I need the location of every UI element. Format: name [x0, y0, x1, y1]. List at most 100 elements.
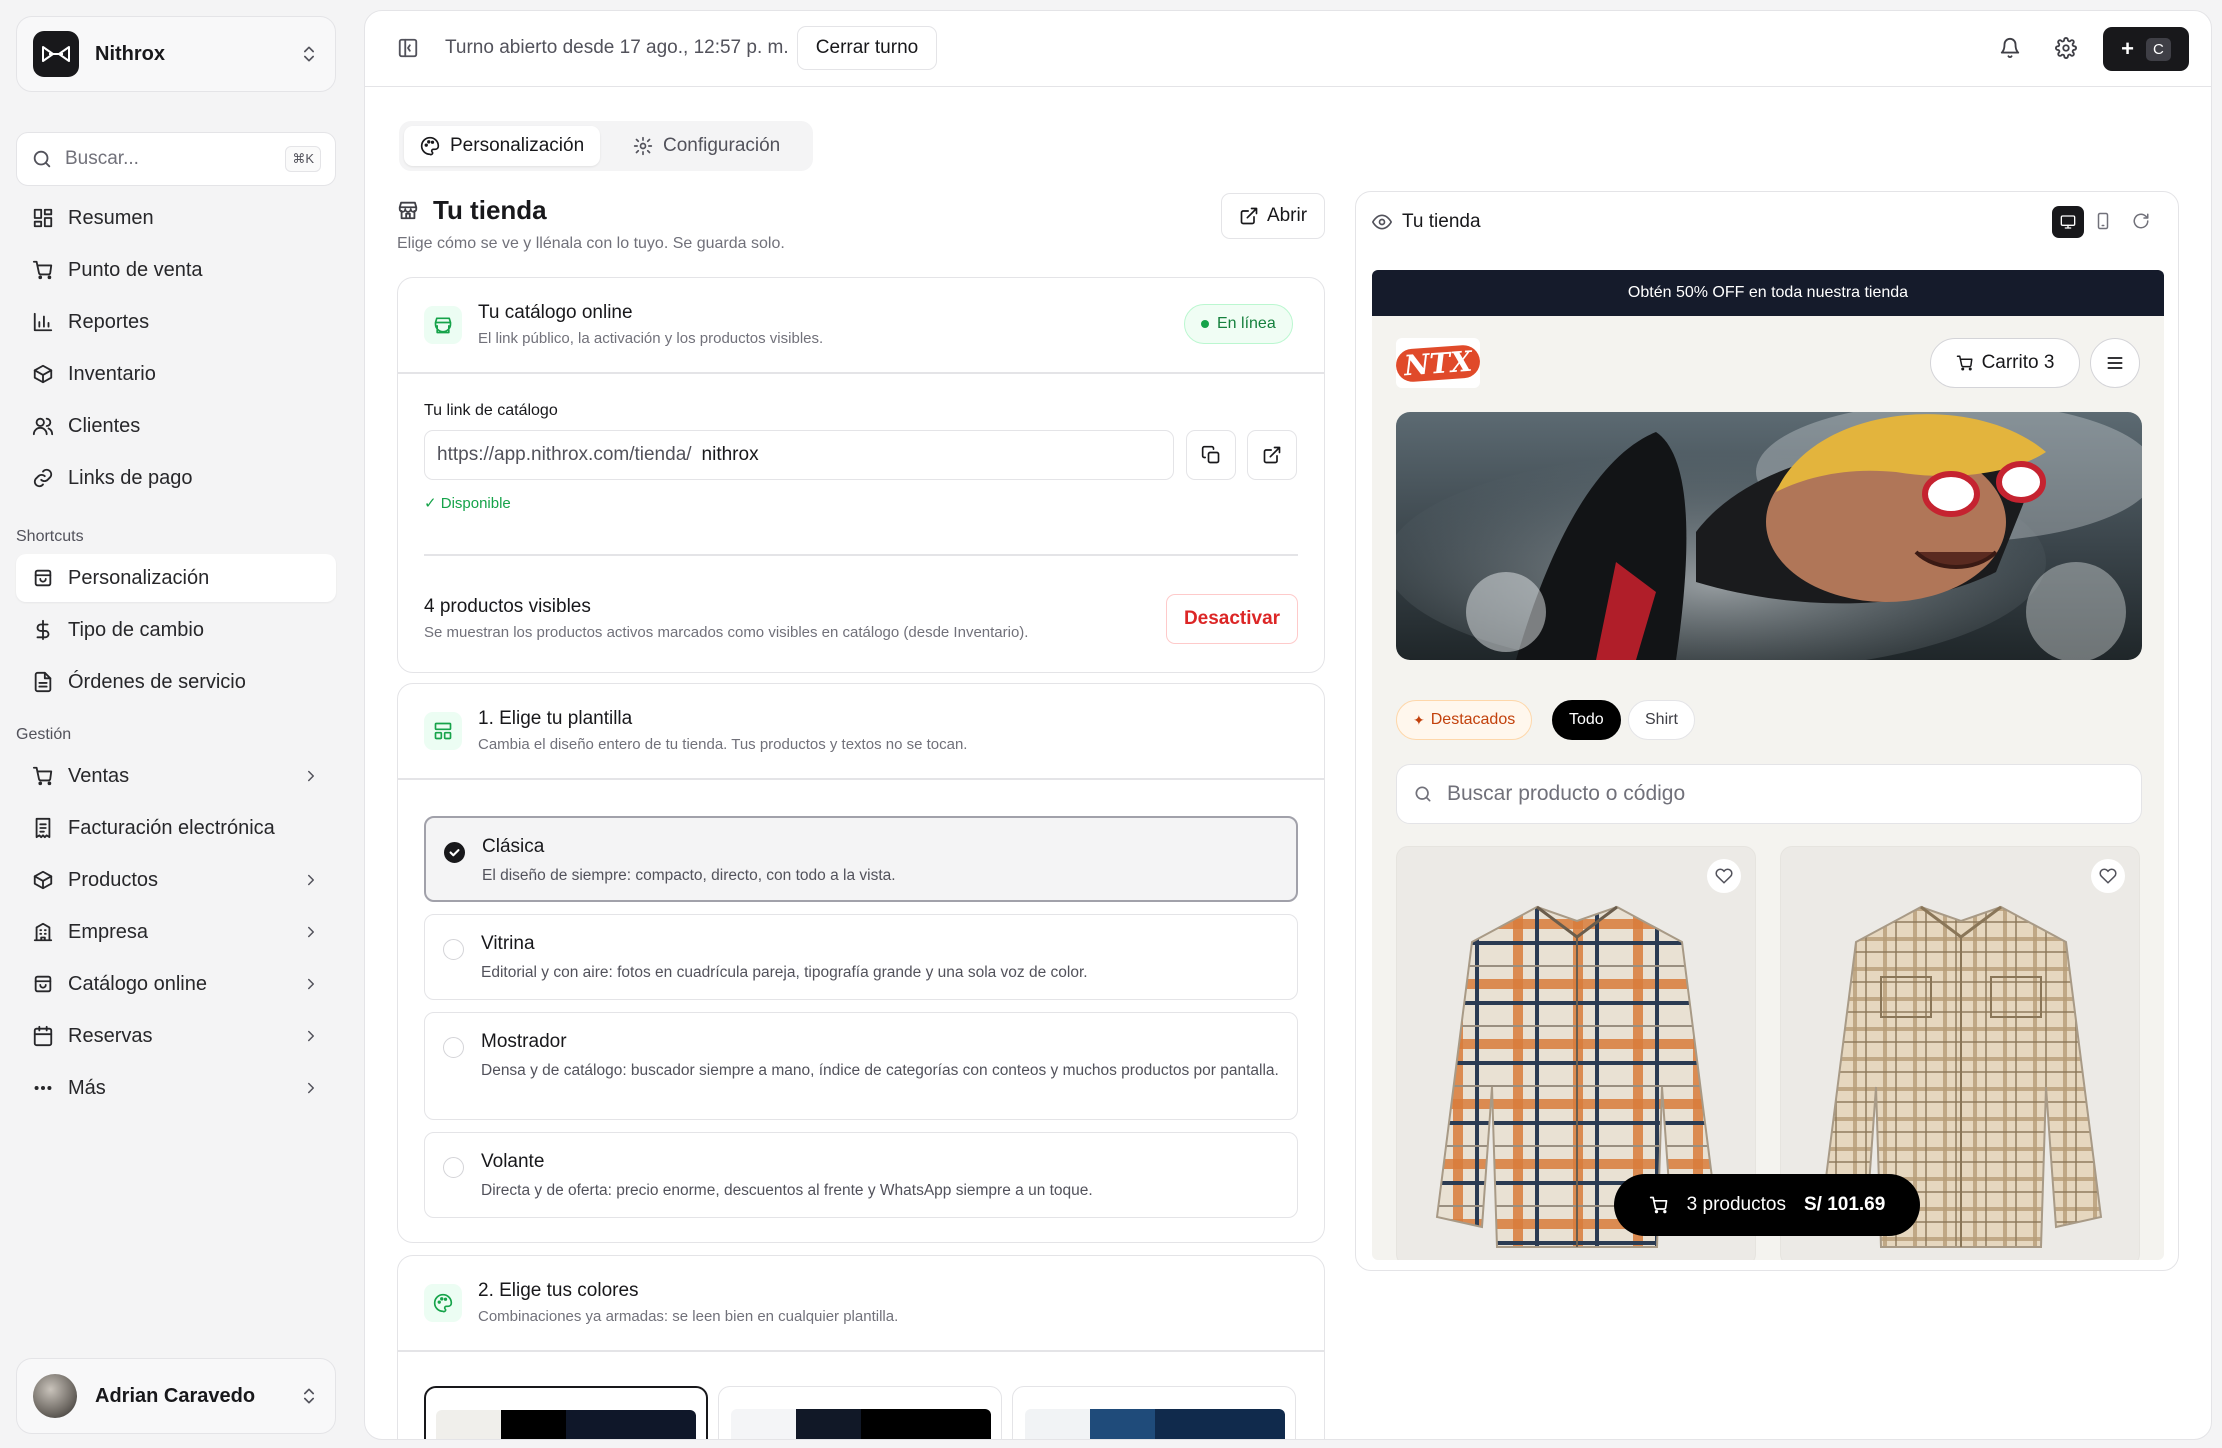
chip-destacados[interactable]: ✦ Destacados	[1396, 700, 1533, 740]
org-logo	[33, 31, 79, 77]
template-option-clasica[interactable]: Clásica El diseño de siempre: compacto, …	[424, 816, 1298, 902]
user-name: Adrian Caravedo	[95, 1384, 256, 1407]
plus-label: +	[2121, 36, 2134, 61]
sidebar-item-personalizacion[interactable]: Personalización	[16, 554, 336, 602]
open-store-button[interactable]: Abrir	[1221, 193, 1325, 239]
sidebar-item-reportes[interactable]: Reportes	[16, 298, 336, 346]
sidebar-item-mas[interactable]: Más	[16, 1064, 336, 1112]
sidebar-item-links-de-pago[interactable]: Links de pago	[16, 454, 336, 502]
chip-todo[interactable]: Todo	[1552, 700, 1621, 740]
palette-option[interactable]	[1012, 1386, 1296, 1439]
sidebar-item-clientes[interactable]: Clientes	[16, 402, 336, 450]
status-label: En línea	[1217, 315, 1276, 332]
sidebar-item-label: Empresa	[68, 920, 149, 943]
user-menu[interactable]: Adrian Caravedo	[16, 1358, 336, 1434]
sidebar-item-label: Reservas	[68, 1024, 153, 1047]
template-option-mostrador[interactable]: Mostrador Densa y de catálogo: buscador …	[424, 1012, 1298, 1120]
sidebar-item-punto-de-venta[interactable]: Punto de venta	[16, 246, 336, 294]
catalog-link-field[interactable]: https://app.nithrox.com/tienda/ nithrox	[424, 430, 1174, 480]
tab-configuracion[interactable]: Configuración	[617, 126, 796, 166]
floating-cart-bar[interactable]: 3 productos S/ 101.69	[1614, 1174, 1920, 1236]
palette-option[interactable]	[718, 1386, 1002, 1439]
tab-personalizacion[interactable]: Personalización	[404, 126, 601, 166]
colors-subtitle: Combinaciones ya armadas: se leen bien e…	[478, 1308, 899, 1325]
cart-icon	[1649, 1195, 1669, 1215]
grid-icon	[32, 207, 54, 229]
sparkle-icon: ✦	[1413, 711, 1425, 728]
divider	[398, 372, 1324, 374]
swatch	[796, 1409, 861, 1439]
sidebar-item-catalogo-online[interactable]: Catálogo online	[16, 960, 336, 1008]
product-search[interactable]: Buscar producto o código	[1396, 764, 2142, 824]
search-input[interactable]: Buscar...	[65, 148, 285, 170]
tab-label: Personalización	[450, 135, 585, 156]
external-link-icon	[1239, 206, 1259, 226]
search-box[interactable]: Buscar... ⌘K	[16, 132, 336, 186]
cart-bar-total: S/ 101.69	[1803, 1194, 1886, 1215]
template-option-vitrina[interactable]: Vitrina Editorial y con aire: fotos en c…	[424, 914, 1298, 1000]
sidebar-item-facturacion[interactable]: Facturación electrónica	[16, 804, 336, 852]
palette-option[interactable]	[424, 1386, 708, 1439]
divider	[398, 1350, 1324, 1352]
deactivate-button[interactable]: Desactivar	[1166, 594, 1298, 644]
cart-icon	[32, 259, 54, 281]
chevron-right-icon	[302, 1079, 320, 1097]
option-name: Vitrina	[481, 933, 535, 954]
swatch	[1155, 1409, 1285, 1439]
link-icon	[32, 467, 54, 489]
sidebar-toggle-icon[interactable]	[397, 37, 419, 59]
menu-button[interactable]	[2090, 338, 2140, 388]
swatch	[436, 1410, 501, 1439]
chevron-right-icon	[302, 871, 320, 889]
refresh-icon[interactable]	[2132, 212, 2150, 230]
close-shift-button[interactable]: Cerrar turno	[797, 26, 937, 70]
sidebar-item-ventas[interactable]: Ventas	[16, 752, 336, 800]
visible-products-title: 4 productos visibles	[424, 596, 591, 617]
box-icon	[32, 363, 54, 385]
sidebar-item-tipo-de-cambio[interactable]: Tipo de cambio	[16, 606, 336, 654]
gear-icon[interactable]	[2055, 37, 2077, 59]
store-logo[interactable]: NTX	[1394, 338, 1482, 388]
availability-text: ✓ Disponible	[424, 495, 511, 512]
chip-label: Destacados	[1430, 711, 1516, 728]
layout-icon	[424, 712, 462, 750]
sidebar-item-inventario[interactable]: Inventario	[16, 350, 336, 398]
store-preview: Tu tienda Obtén 50% OFF en toda nuestra …	[1355, 191, 2179, 1271]
chip-label: Shirt	[1645, 711, 1678, 728]
cart-bar-count: 3 productos	[1686, 1194, 1786, 1215]
radio-unchecked[interactable]	[443, 939, 464, 960]
template-card: 1. Elige tu plantilla Cambia el diseño e…	[397, 683, 1325, 1243]
open-link-button[interactable]	[1247, 430, 1297, 480]
chip-shirt[interactable]: Shirt	[1628, 700, 1695, 740]
radio-unchecked[interactable]	[443, 1037, 464, 1058]
sidebar-item-ordenes-de-servicio[interactable]: Órdenes de servicio	[16, 658, 336, 706]
sidebar-item-productos[interactable]: Productos	[16, 856, 336, 904]
sidebar-item-empresa[interactable]: Empresa	[16, 908, 336, 956]
mobile-view-icon[interactable]	[2094, 212, 2112, 230]
bell-icon[interactable]	[1999, 37, 2021, 59]
template-option-volante[interactable]: Volante Directa y de oferta: precio enor…	[424, 1132, 1298, 1218]
product-search-input[interactable]: Buscar producto o código	[1447, 782, 1685, 806]
cart-label: Carrito 3	[1981, 352, 2055, 373]
desktop-view-button[interactable]	[2052, 206, 2084, 238]
heart-icon[interactable]	[2091, 859, 2125, 893]
radio-checked[interactable]	[444, 842, 465, 863]
sidebar-item-reservas[interactable]: Reservas	[16, 1012, 336, 1060]
preview-title: Tu tienda	[1402, 211, 1481, 232]
sidebar-item-label: Resumen	[68, 206, 154, 229]
new-action-button[interactable]: + C	[2103, 27, 2189, 71]
hero-image	[1396, 412, 2142, 660]
org-switcher[interactable]: Nithrox	[16, 16, 336, 92]
option-desc: El diseño de siempre: compacto, directo,…	[482, 867, 896, 884]
radio-unchecked[interactable]	[443, 1157, 464, 1178]
sidebar-item-label: Reportes	[68, 310, 150, 333]
swatch	[501, 1410, 566, 1439]
cart-button[interactable]: Carrito 3	[1930, 338, 2080, 388]
gear-icon	[633, 136, 653, 156]
copy-link-button[interactable]	[1186, 430, 1236, 480]
heart-icon[interactable]	[1707, 859, 1741, 893]
link-slug-input[interactable]: nithrox	[702, 444, 759, 466]
sidebar-item-resumen[interactable]: Resumen	[16, 194, 336, 242]
org-name: Nithrox	[95, 42, 165, 65]
store-icon	[397, 199, 419, 221]
